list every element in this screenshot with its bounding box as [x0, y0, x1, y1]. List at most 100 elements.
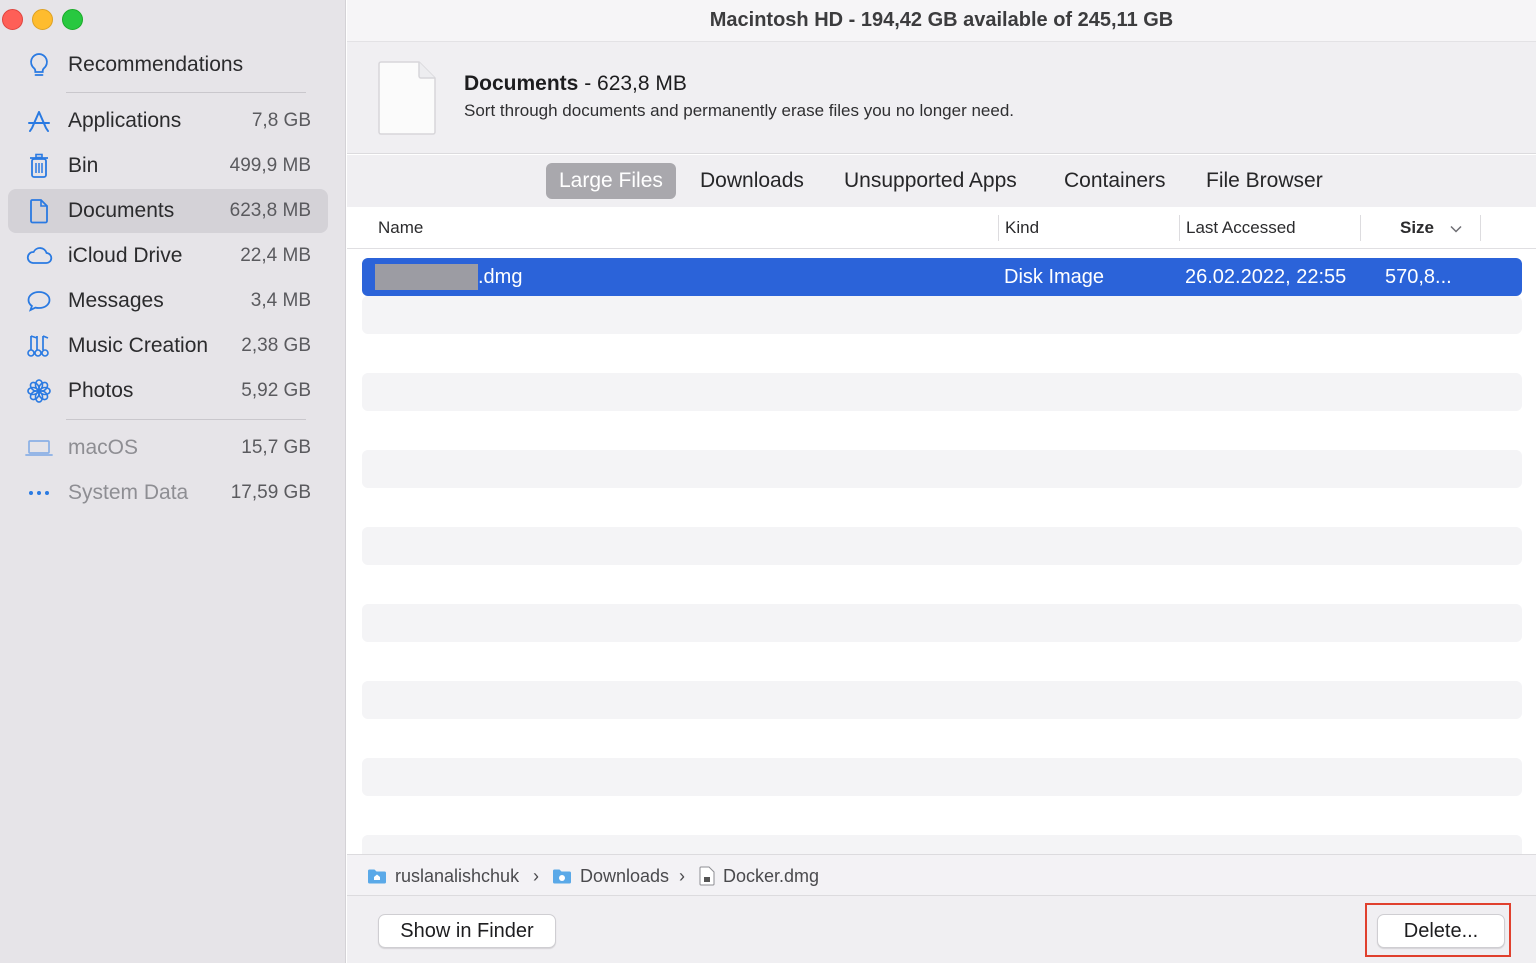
- sidebar-divider: [66, 419, 306, 420]
- sidebar-item-size: 17,59 GB: [230, 482, 311, 503]
- downloads-folder-icon: [553, 869, 571, 884]
- sidebar-item-size: 623,8 MB: [229, 200, 311, 221]
- sidebar-item-photos[interactable]: Photos 5,92 GB: [8, 369, 328, 413]
- sidebar-item-label: Applications: [68, 109, 182, 132]
- guitar-icon: [24, 331, 54, 361]
- sidebar-item-size: 15,7 GB: [241, 437, 311, 458]
- column-header-size-label: Size: [1400, 218, 1435, 237]
- sidebar-item-recommendations[interactable]: Recommendations: [8, 43, 328, 87]
- home-folder-icon: [368, 869, 386, 884]
- file-name-cell: .dmg: [362, 258, 522, 296]
- file-last-accessed: 26.02.2022, 22:55: [1185, 265, 1347, 288]
- file-size: 570,8...: [1385, 265, 1452, 288]
- dmg-file-icon: [699, 866, 715, 886]
- file-name: .dmg: [478, 265, 523, 288]
- category-description: Sort through documents and permanently e…: [464, 101, 1015, 120]
- sidebar-item-icloud-drive[interactable]: iCloud Drive 22,4 MB: [8, 234, 328, 278]
- sidebar-item-size: 5,92 GB: [241, 380, 311, 401]
- sidebar-item-label: Documents: [68, 199, 175, 222]
- tab-large-files[interactable]: Large Files: [546, 163, 676, 199]
- document-icon: [24, 196, 54, 226]
- category-header: Documents - 623,8 MB Sort through docume…: [347, 42, 1536, 154]
- table-row[interactable]: .dmg Disk Image 26.02.2022, 22:55 570,8.…: [362, 258, 1522, 296]
- column-header-last-accessed[interactable]: Last Accessed: [1186, 207, 1296, 249]
- column-header-kind[interactable]: Kind: [1005, 207, 1039, 249]
- column-separator[interactable]: [998, 215, 999, 241]
- trash-icon: [24, 151, 54, 181]
- tab-unsupported-apps[interactable]: Unsupported Apps: [831, 163, 1030, 199]
- column-separator[interactable]: [1360, 215, 1361, 241]
- table-row-empty: [362, 296, 1522, 334]
- sidebar-item-label: Photos: [68, 379, 134, 402]
- sidebar-item-bin[interactable]: Bin 499,9 MB: [8, 144, 328, 188]
- path-item-user[interactable]: ruslanalishchuk: [367, 855, 519, 897]
- minimize-window-button[interactable]: [32, 9, 53, 30]
- zoom-window-button[interactable]: [62, 9, 83, 30]
- table-row-empty: [362, 681, 1522, 719]
- sidebar-divider: [66, 92, 306, 93]
- sidebar-item-label: Music Creation: [68, 334, 209, 357]
- sidebar-item-applications[interactable]: Applications 7,8 GB: [8, 99, 328, 143]
- show-in-finder-button[interactable]: Show in Finder: [378, 914, 556, 948]
- speech-bubble-icon: [24, 286, 54, 316]
- table-row-empty: [362, 450, 1522, 488]
- close-window-button[interactable]: [2, 9, 23, 30]
- sidebar-item-music-creation[interactable]: Music Creation 2,38 GB: [8, 324, 328, 368]
- sidebar: Recommendations Applications 7,8 GB Bin …: [0, 0, 346, 963]
- sidebar-item-macos[interactable]: macOS 15,7 GB: [8, 426, 328, 470]
- path-item-file[interactable]: Docker.dmg: [699, 855, 819, 897]
- sidebar-item-size: 7,8 GB: [251, 110, 311, 131]
- sidebar-item-documents[interactable]: Documents 623,8 MB: [8, 189, 328, 233]
- path-item-label: Downloads: [580, 865, 670, 886]
- tab-containers[interactable]: Containers: [1051, 163, 1179, 199]
- sidebar-item-size: 2,38 GB: [241, 335, 311, 356]
- tab-bar: Large Files Downloads Unsupported Apps C…: [347, 155, 1536, 207]
- category-title: Documents - 623,8 MB: [464, 72, 687, 96]
- column-header-name[interactable]: Name: [378, 207, 423, 249]
- path-item-label: Docker.dmg: [723, 865, 820, 886]
- lightbulb-icon: [24, 50, 54, 80]
- column-separator[interactable]: [1480, 215, 1481, 241]
- sidebar-item-label: Bin: [68, 154, 99, 177]
- large-document-icon: [377, 60, 439, 136]
- delete-button[interactable]: Delete...: [1377, 914, 1505, 948]
- sidebar-item-label: System Data: [68, 481, 189, 504]
- title-bar: Macintosh HD - 194,42 GB available of 24…: [347, 0, 1536, 42]
- window-title: Macintosh HD - 194,42 GB available of 24…: [709, 9, 1174, 31]
- path-chevron-icon: ›: [679, 865, 685, 886]
- table-row-empty: [362, 373, 1522, 411]
- table-row-empty: [362, 604, 1522, 642]
- app-store-icon: [24, 106, 54, 136]
- tab-file-browser[interactable]: File Browser: [1193, 163, 1336, 199]
- column-header-size[interactable]: Size: [1400, 207, 1462, 249]
- file-list: .dmg Disk Image 26.02.2022, 22:55 570,8.…: [362, 258, 1522, 854]
- photos-flower-icon: [24, 376, 54, 406]
- window-controls: [2, 9, 83, 30]
- laptop-icon: [24, 433, 54, 463]
- ellipsis-icon: [24, 478, 54, 508]
- sidebar-item-size: 3,4 MB: [250, 290, 311, 311]
- chevron-down-icon: [1450, 220, 1462, 236]
- path-item-label: ruslanalishchuk: [395, 865, 520, 886]
- sidebar-item-system-data[interactable]: System Data 17,59 GB: [8, 471, 328, 515]
- file-kind: Disk Image: [1004, 265, 1105, 288]
- category-name: Documents: [464, 72, 579, 95]
- sidebar-item-label: iCloud Drive: [68, 244, 183, 267]
- category-size: - 623,8 MB: [578, 72, 687, 95]
- path-bar: ruslanalishchuk › Downloads › Docker.dmg: [347, 854, 1536, 896]
- main-panel: Macintosh HD - 194,42 GB available of 24…: [347, 0, 1536, 963]
- table-header: Name Kind Last Accessed Size: [347, 207, 1536, 249]
- footer-bar: Show in Finder Delete...: [347, 896, 1536, 963]
- path-item-downloads[interactable]: Downloads: [552, 855, 669, 897]
- table-row-empty: [362, 835, 1522, 854]
- sidebar-item-label: macOS: [68, 436, 139, 459]
- cloud-icon: [24, 241, 54, 271]
- sidebar-item-size: 499,9 MB: [229, 155, 311, 176]
- sidebar-item-size: 22,4 MB: [240, 245, 311, 266]
- table-row-empty: [362, 758, 1522, 796]
- tab-downloads[interactable]: Downloads: [687, 163, 817, 199]
- redacted-text: [375, 264, 478, 290]
- column-separator[interactable]: [1179, 215, 1180, 241]
- sidebar-item-messages[interactable]: Messages 3,4 MB: [8, 279, 328, 323]
- sidebar-item-label: Recommendations: [68, 53, 244, 76]
